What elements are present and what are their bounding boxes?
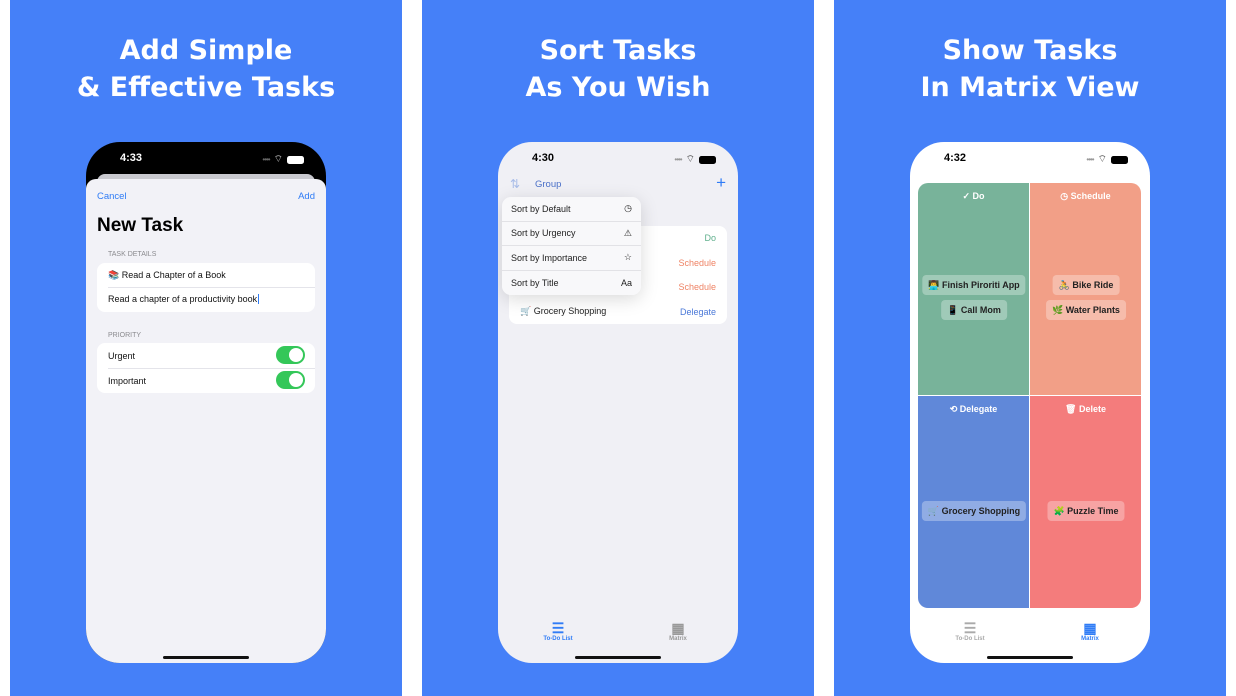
home-indicator [163, 656, 249, 659]
trash-icon: 🗑 [1065, 404, 1077, 414]
home-indicator [575, 656, 661, 659]
category-label: Schedule [678, 257, 716, 268]
status-time: 4:32 [944, 152, 967, 164]
list-item[interactable]: 🛒 Grocery Shopping Delegate [509, 300, 727, 325]
headline: Add Simple & Effective Tasks [10, 32, 402, 106]
list-icon: ☰ [963, 620, 977, 636]
clock-icon: ◷ [1060, 191, 1069, 201]
headline-line: As You Wish [525, 72, 711, 103]
menu-label: Sort by Default [511, 203, 571, 214]
status-icons: •••• ⌔ [1086, 153, 1128, 166]
text-icon: Aa [620, 277, 632, 288]
cancel-button[interactable]: Cancel [97, 191, 127, 202]
task-chip[interactable]: 👨‍💻 Finish Piroriti App [922, 275, 1026, 295]
text-cursor [258, 294, 260, 304]
category-label: Delegate [679, 306, 716, 317]
task-chip[interactable]: 📱 Call Mom [941, 300, 1007, 320]
page-title: New Task [97, 215, 184, 236]
quadrant-schedule[interactable]: ◷ Schedule 🚴 Bike Ride 🌿 Water Plants [1030, 183, 1141, 395]
delegate-icon: ⟲ [949, 404, 958, 414]
sort-title-option[interactable]: Sort by Title Aa [502, 271, 641, 296]
task-details-card: 📚 Read a Chapter of a Book Read a chapte… [97, 263, 315, 312]
headline-line: Sort Tasks [539, 35, 697, 66]
task-chip[interactable]: 🌿 Water Plants [1046, 300, 1126, 320]
task-chip[interactable]: 🛒 Grocery Shopping [921, 501, 1027, 521]
quadrant-delegate[interactable]: ⟲ Delegate 🛒 Grocery Shopping [918, 396, 1029, 608]
tab-matrix[interactable]: ▦ Matrix [1060, 620, 1120, 642]
quadrant-title: Do [972, 191, 985, 201]
panel-matrix-view: Show Tasks In Matrix View 4:32 •••• ⌔ ✓ Do… [834, 0, 1226, 696]
phone-new-task: 4:33 •••• ⌔ Cancel Add New Task TASK DETA… [86, 142, 326, 663]
books-emoji: 📚 [108, 270, 120, 280]
task-description-text: Read a chapter of a productivity book [108, 294, 258, 304]
urgent-toggle[interactable] [276, 346, 305, 364]
headline-line: Show Tasks [942, 35, 1118, 66]
tab-label: To-Do List [543, 636, 573, 642]
list-item-title: 🛒 Grocery Shopping [520, 306, 607, 317]
eisenhower-matrix: ✓ Do 👨‍💻 Finish Piroriti App 📱 Call Mom … [918, 183, 1141, 608]
warning-icon: ⚠ [623, 227, 632, 238]
tab-todo-list[interactable]: ☰ To-Do List [940, 620, 1000, 642]
task-title-field[interactable]: 📚 Read a Chapter of a Book [108, 270, 315, 281]
category-label: Do [704, 233, 716, 244]
category-label: Schedule [678, 282, 716, 293]
tab-label: Matrix [669, 636, 687, 642]
battery-icon [699, 155, 716, 164]
wifi-icon: ⌔ [685, 154, 695, 165]
sort-icon[interactable]: ⇅ [510, 177, 520, 191]
tab-matrix[interactable]: ▦ Matrix [648, 620, 708, 642]
menu-label: Sort by Urgency [511, 228, 576, 239]
headline-line: In Matrix View [920, 72, 1140, 103]
panel-add-tasks: Add Simple & Effective Tasks 4:33 •••• ⌔ C… [10, 0, 402, 696]
grid-icon: ▦ [1083, 620, 1097, 636]
sort-default-option[interactable]: Sort by Default ◷ [502, 197, 641, 222]
wifi-icon: ⌔ [1097, 154, 1107, 165]
quadrant-do[interactable]: ✓ Do 👨‍💻 Finish Piroriti App 📱 Call Mom [918, 183, 1029, 395]
tab-label: To-Do List [955, 636, 985, 642]
menu-label: Sort by Importance [511, 252, 588, 263]
sort-menu: Sort by Default ◷ Sort by Urgency ⚠ Sort b… [502, 197, 641, 295]
sort-importance-option[interactable]: Sort by Importance ☆ [502, 246, 641, 271]
clock-icon: ◷ [624, 203, 632, 214]
task-chip[interactable]: 🧩 Puzzle Time [1047, 501, 1125, 521]
star-icon: ☆ [623, 252, 632, 263]
home-indicator [987, 656, 1073, 659]
headline-line: Add Simple [119, 35, 293, 66]
status-time: 4:33 [120, 152, 143, 164]
battery-icon [1111, 155, 1128, 164]
phone-matrix: 4:32 •••• ⌔ ✓ Do 👨‍💻 Finish Piroriti App … [910, 142, 1150, 663]
headline: Sort Tasks As You Wish [422, 32, 814, 106]
task-chip[interactable]: 🚴 Bike Ride [1052, 275, 1120, 295]
plus-icon[interactable]: + [716, 173, 726, 193]
check-circle-icon: ✓ [962, 191, 971, 201]
new-task-sheet: Cancel Add New Task TASK DETAILS 📚 Read … [86, 179, 326, 663]
headline: Show Tasks In Matrix View [834, 32, 1226, 106]
add-button[interactable]: Add [298, 191, 315, 202]
headline-line: & Effective Tasks [76, 72, 336, 103]
section-label: PRIORITY [108, 332, 142, 339]
group-button[interactable]: Group [535, 179, 561, 190]
battery-icon [287, 155, 304, 164]
status-time: 4:30 [532, 152, 555, 164]
grid-icon: ▦ [671, 620, 685, 636]
quadrant-delete[interactable]: 🗑 Delete 🧩 Puzzle Time [1030, 396, 1141, 608]
quadrant-title: Schedule [1070, 191, 1111, 201]
section-label: TASK DETAILS [108, 251, 157, 258]
tab-todo-list[interactable]: ☰ To-Do List [528, 620, 588, 642]
task-description-field[interactable]: Read a chapter of a productivity book [108, 294, 315, 304]
quadrant-title: Delete [1078, 404, 1106, 414]
panel-sort-tasks: Sort Tasks As You Wish 4:30 •••• ⌔ ⇅ Group… [422, 0, 814, 696]
tab-label: Matrix [1081, 636, 1099, 642]
important-toggle[interactable] [276, 371, 305, 389]
menu-label: Sort by Title [511, 277, 559, 288]
task-title-text: Read a Chapter of a Book [121, 270, 226, 280]
status-icons: •••• ⌔ [262, 153, 304, 166]
sort-urgency-option[interactable]: Sort by Urgency ⚠ [502, 222, 641, 246]
wifi-icon: ⌔ [273, 154, 283, 165]
phone-todo-list: 4:30 •••• ⌔ ⇅ Group + Do Schedule Schedul… [498, 142, 738, 663]
quadrant-title: Delegate [959, 404, 998, 414]
priority-card: Urgent Important [97, 343, 315, 393]
status-icons: •••• ⌔ [674, 153, 716, 166]
list-icon: ☰ [551, 620, 565, 636]
